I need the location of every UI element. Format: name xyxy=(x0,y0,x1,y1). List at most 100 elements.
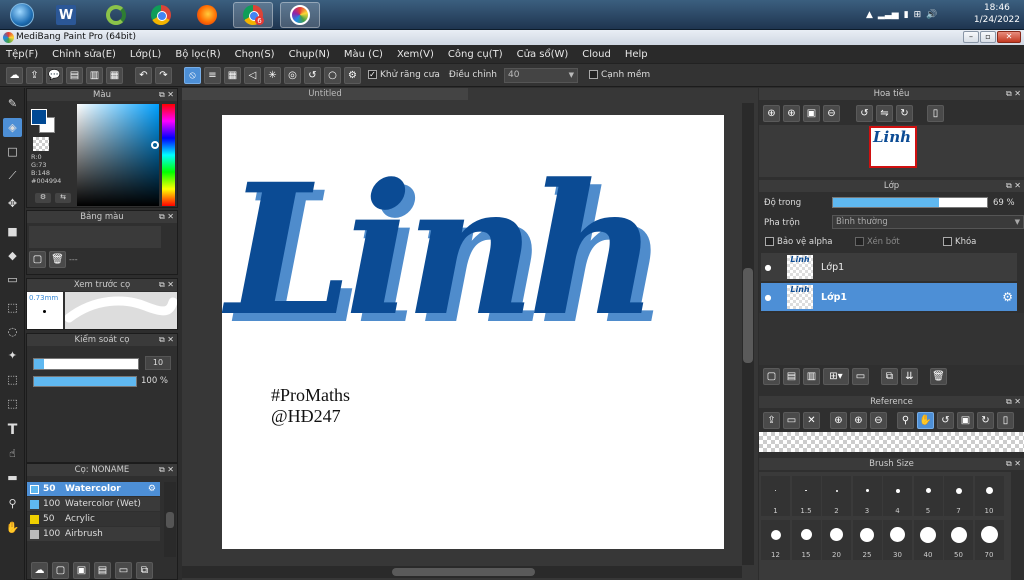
panel-controls-icon[interactable]: ⧉ ✕ xyxy=(1006,458,1021,470)
delete-layer-icon[interactable]: 🗑 xyxy=(930,368,947,385)
primary-color-swatch[interactable] xyxy=(31,109,47,125)
actual-size-icon[interactable]: ▣ xyxy=(803,105,820,122)
gradient-tool-icon[interactable]: ▭ xyxy=(3,270,22,289)
ref-zoom-in-icon[interactable]: ⊕ xyxy=(850,412,867,429)
dropdown-arrow-icon[interactable]: ▼ xyxy=(1015,216,1020,228)
layer-folder-icon[interactable]: ▭ xyxy=(852,368,869,385)
taskbar-medibang[interactable] xyxy=(280,2,320,28)
transparent-swatch[interactable] xyxy=(33,137,49,151)
pen-tool-icon[interactable]: ⟋ xyxy=(3,166,22,185)
brush-size-cell[interactable]: 40 xyxy=(913,520,943,560)
rotate-right-icon[interactable]: ↻ xyxy=(896,105,913,122)
menu-snap[interactable]: Chụp(N) xyxy=(289,49,330,60)
brush-folder-icon[interactable]: ▭ xyxy=(115,562,132,579)
canvas-vscroll-thumb[interactable] xyxy=(743,268,753,363)
volume-icon[interactable]: 🔊 xyxy=(926,10,937,20)
add-brush-menu-icon[interactable]: ▣ xyxy=(73,562,90,579)
soft-edge-toggle[interactable]: Cạnh mềm xyxy=(588,70,650,80)
clipping-toggle[interactable]: Xén bớt xyxy=(855,237,900,247)
brush-list-scrollbar[interactable] xyxy=(164,482,176,557)
snap-curve-icon[interactable]: ↺ xyxy=(304,66,321,84)
ref-eyedropper-icon[interactable]: ⚲ xyxy=(897,412,914,429)
select-pen-icon[interactable]: ⬚ xyxy=(3,370,22,389)
brush-size-slider[interactable] xyxy=(33,358,139,370)
brush-item[interactable]: 100 Airbrush xyxy=(27,527,160,541)
snap-circle-icon[interactable]: ○ xyxy=(324,66,341,84)
color-swap-icon[interactable]: ⇆ xyxy=(55,193,71,203)
brush-item[interactable]: 50 Watercolor ⚙ xyxy=(27,482,160,496)
taskbar-firefox[interactable] xyxy=(187,2,227,28)
palette-add-icon[interactable]: ▢ xyxy=(29,251,46,268)
brush-size-cell[interactable]: 1.5 xyxy=(791,476,821,516)
clipping-checkbox[interactable] xyxy=(855,237,864,246)
reference-area[interactable] xyxy=(759,432,1024,452)
panel-controls-icon[interactable]: ⧉ ✕ xyxy=(1006,180,1021,192)
panel-controls-icon[interactable]: ⧉ ✕ xyxy=(159,89,174,101)
ref-reset-icon[interactable]: ▯ xyxy=(997,412,1014,429)
flip-icon[interactable]: ⇋ xyxy=(876,105,893,122)
select-tool-icon[interactable]: ⬚ xyxy=(3,298,22,317)
palette-delete-icon[interactable]: 🗑 xyxy=(49,251,66,268)
menu-edit[interactable]: Chỉnh sửa(E) xyxy=(52,49,116,60)
ref-rotate-left-icon[interactable]: ↺ xyxy=(937,412,954,429)
new-layer-icon[interactable]: ▢ xyxy=(763,368,780,385)
brush-settings-icon[interactable]: ⚙ xyxy=(148,482,156,496)
navigator-thumbnail[interactable]: Linh xyxy=(869,126,917,168)
lock-toggle[interactable]: Khóa xyxy=(943,237,976,247)
eyedropper-icon[interactable]: ⚲ xyxy=(3,494,22,513)
cloud-icon[interactable]: ☁ xyxy=(6,66,23,84)
brush-size-cell[interactable]: 30 xyxy=(883,520,912,560)
rotate-left-icon[interactable]: ↺ xyxy=(856,105,873,122)
upload-icon[interactable]: ⇪ xyxy=(26,66,43,84)
color-sv-square[interactable] xyxy=(77,104,159,206)
document-tab[interactable]: Untitled xyxy=(182,88,468,100)
menu-tools[interactable]: Công cụ(T) xyxy=(448,49,503,60)
canvas-vertical-scrollbar[interactable] xyxy=(742,103,754,565)
text-tool-icon[interactable]: T xyxy=(3,420,22,439)
brush-size-cell[interactable]: 50 xyxy=(944,520,973,560)
menu-layer[interactable]: Lớp(L) xyxy=(130,49,161,60)
navigator-preview[interactable]: Linh xyxy=(759,125,1024,177)
duplicate-layer-icon[interactable]: ⧉ xyxy=(881,368,898,385)
snap-settings-icon[interactable]: ⚙ xyxy=(344,66,361,84)
undo-icon[interactable]: ↶ xyxy=(135,66,152,84)
menu-cloud[interactable]: Cloud xyxy=(582,49,611,60)
select-eraser-icon[interactable]: ⬚ xyxy=(3,394,22,413)
zoom-out-icon[interactable]: ⊖ xyxy=(823,105,840,122)
hue-slider[interactable] xyxy=(162,104,175,206)
shape-tool-icon[interactable]: ■ xyxy=(3,222,22,241)
taskbar-coccoc[interactable] xyxy=(96,2,136,28)
panel-controls-icon[interactable]: ⧉ ✕ xyxy=(159,211,174,223)
protect-alpha-checkbox[interactable] xyxy=(765,237,774,246)
comment-icon[interactable]: 💬 xyxy=(46,66,63,84)
brush-properties-icon[interactable]: ▤ xyxy=(94,562,111,579)
taskbar-chrome-2[interactable]: 6 xyxy=(233,2,273,28)
duplicate-brush-icon[interactable]: ⧉ xyxy=(136,562,153,579)
clock[interactable]: 18:46 1/24/2022 xyxy=(974,2,1020,26)
ref-cloud-icon[interactable]: ⇪ xyxy=(763,412,780,429)
palette-area[interactable] xyxy=(29,226,161,248)
ref-fit-icon[interactable]: ▣ xyxy=(957,412,974,429)
brush-size-cell[interactable]: 70 xyxy=(974,520,1004,560)
layer-visibility-icon[interactable]: ● xyxy=(761,263,775,272)
brush-size-cell[interactable]: 10 xyxy=(974,476,1004,516)
antialias-toggle[interactable]: ✓ Khử răng cưa xyxy=(368,70,440,80)
ref-hand-icon[interactable]: ✋ xyxy=(917,412,934,429)
snap-angle-icon[interactable]: ◁ xyxy=(244,66,261,84)
adjust-value-field[interactable]: 40 ▼ xyxy=(503,67,578,83)
brush-size-cell[interactable]: 15 xyxy=(791,520,821,560)
new-layer-8bit-icon[interactable]: ▤ xyxy=(783,368,800,385)
blend-mode-select[interactable]: Bình thường ▼ xyxy=(832,215,1024,229)
minimize-button[interactable]: – xyxy=(963,31,979,43)
network-icon[interactable]: ⊞ xyxy=(914,10,922,20)
brush-size-cell[interactable]: 20 xyxy=(822,520,851,560)
battery-icon[interactable]: ▮ xyxy=(904,10,909,20)
panel-controls-icon[interactable]: ⧉ ✕ xyxy=(159,464,174,476)
taskbar-word[interactable]: W xyxy=(46,2,86,28)
brush-opacity-slider[interactable] xyxy=(33,376,137,387)
tray-arrow-icon[interactable]: ▲ xyxy=(866,10,873,20)
start-button[interactable] xyxy=(2,2,42,28)
menu-filter[interactable]: Bộ lọc(R) xyxy=(175,49,220,60)
zoom-fit-icon[interactable]: ⊕ xyxy=(763,105,780,122)
message-icon[interactable]: ▤ xyxy=(66,66,83,84)
